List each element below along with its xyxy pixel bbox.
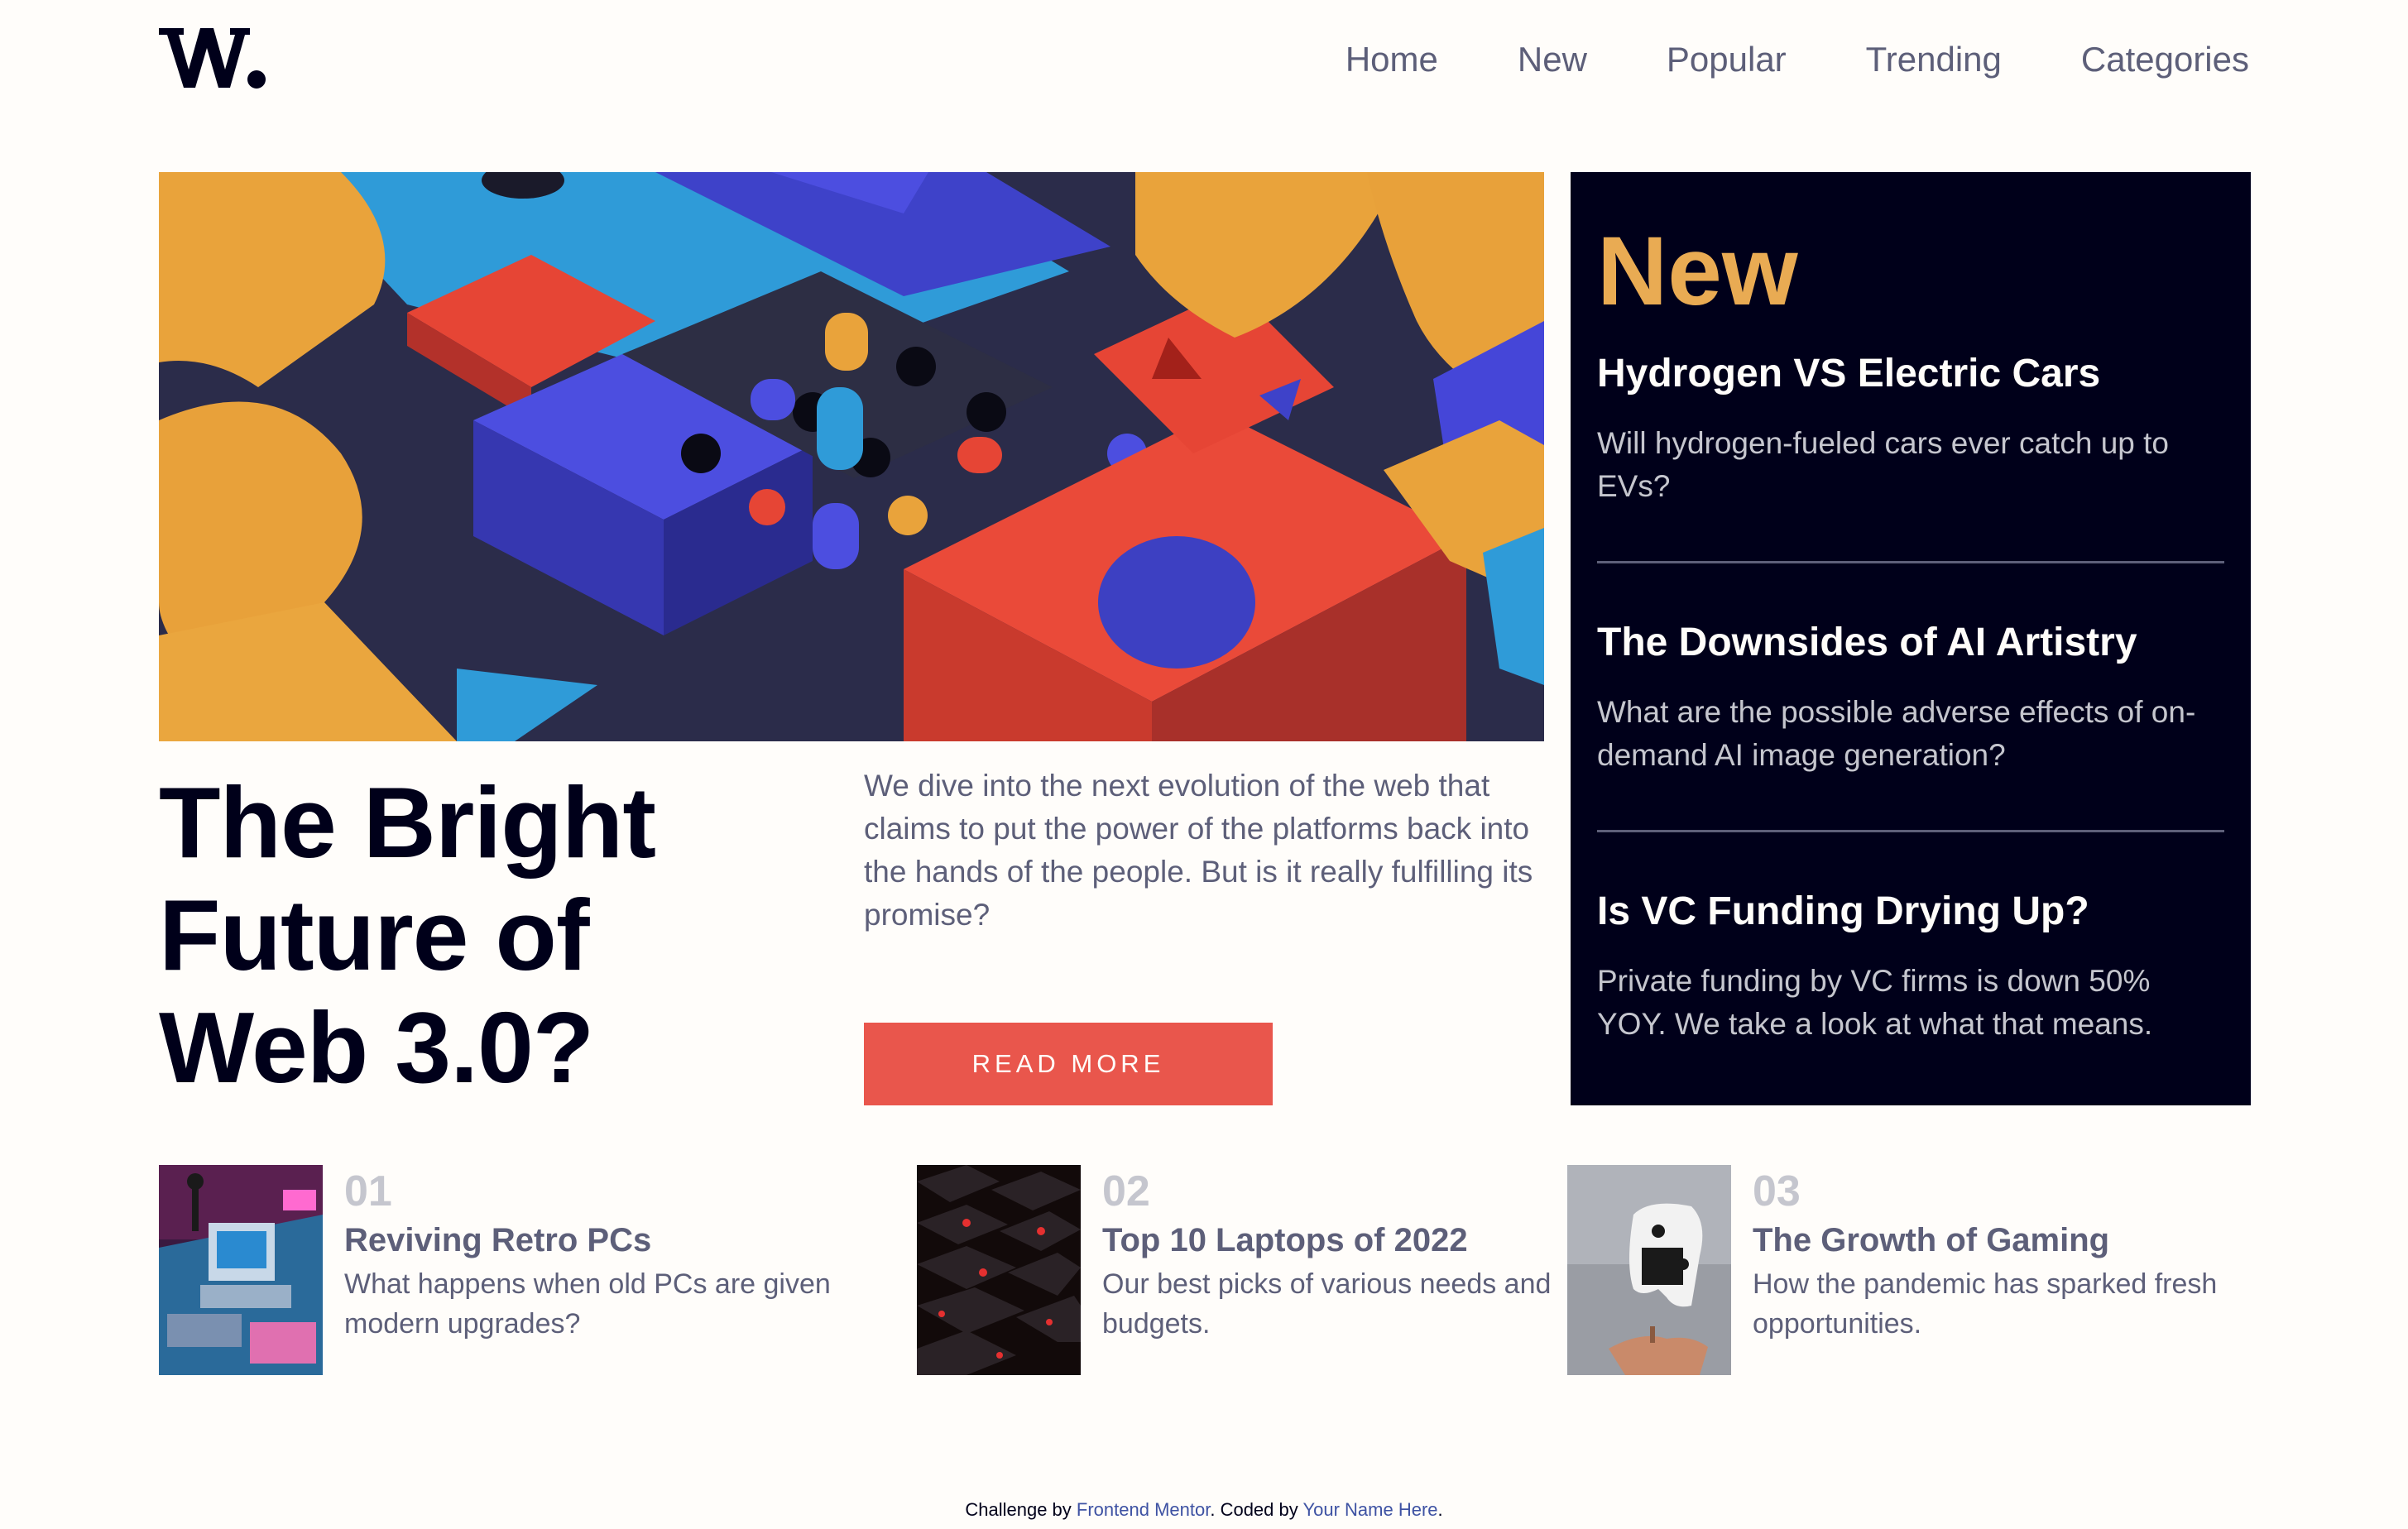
hero-image <box>159 172 1544 741</box>
new-item-title[interactable]: The Downsides of AI Artistry <box>1597 618 2224 668</box>
new-item-text: Private funding by VC firms is down 50% … <box>1597 964 2153 1041</box>
read-more-button[interactable]: READ MORE <box>864 1023 1273 1105</box>
thumbnail[interactable] <box>159 1165 323 1375</box>
frontend-mentor-link[interactable]: Frontend Mentor <box>1077 1499 1210 1520</box>
nav-home[interactable]: Home <box>1346 36 1438 83</box>
nav-trending[interactable]: Trending <box>1866 36 2002 83</box>
attribution-middle: . Coded by <box>1210 1499 1303 1520</box>
new-item[interactable]: The Downsides of AI Artistry What are th… <box>1597 618 2224 777</box>
new-item[interactable]: Hydrogen VS Electric Cars Will hydrogen-… <box>1597 349 2224 508</box>
new-item[interactable]: Is VC Funding Drying Up? Private funding… <box>1597 887 2224 1046</box>
new-articles-panel: New Hydrogen VS Electric Cars Will hydro… <box>1571 172 2251 1105</box>
abstract-3d-blocks-image <box>159 172 1544 741</box>
item-number: 02 <box>1102 1167 1150 1215</box>
item-title[interactable]: The Growth of Gaming <box>1753 1220 2109 1261</box>
list-item[interactable]: 03 The Growth of Gaming How the pandemic… <box>1567 1165 2246 1375</box>
thumbnail[interactable] <box>917 1165 1081 1375</box>
logo[interactable] <box>159 25 266 91</box>
divider <box>1597 830 2224 832</box>
item-description: What happens when old PCs are given mode… <box>344 1268 831 1340</box>
gamepad-image <box>1567 1165 1731 1375</box>
new-heading: New <box>1597 217 1798 326</box>
new-item-text: Will hydrogen-fueled cars ever catch up … <box>1597 426 2170 503</box>
item-description: Our best picks of various needs and budg… <box>1102 1268 1552 1340</box>
main-nav: Home New Popular Trending Categories <box>1346 36 2249 83</box>
hero-title: The Bright Future of Web 3.0? <box>159 766 656 1104</box>
new-item-title[interactable]: Is VC Funding Drying Up? <box>1597 887 2224 937</box>
attribution: Challenge by Frontend Mentor. Coded by Y… <box>0 1499 2408 1521</box>
logo-icon <box>159 28 266 89</box>
divider <box>1597 561 2224 563</box>
item-title[interactable]: Reviving Retro PCs <box>344 1220 651 1261</box>
keyboard-image <box>917 1165 1081 1375</box>
item-description: How the pandemic has sparked fresh oppor… <box>1753 1268 2218 1340</box>
new-item-title[interactable]: Hydrogen VS Electric Cars <box>1597 349 2224 399</box>
new-item-text: What are the possible adverse effects of… <box>1597 695 2196 772</box>
list-item[interactable]: 02 Top 10 Laptops of 2022 Our best picks… <box>917 1165 1595 1375</box>
hero-description: We dive into the next evolution of the w… <box>864 769 1533 932</box>
item-number: 01 <box>344 1167 392 1215</box>
attribution-prefix: Challenge by <box>965 1499 1077 1520</box>
item-number: 03 <box>1753 1167 1801 1215</box>
nav-new[interactable]: New <box>1518 36 1587 83</box>
list-item[interactable]: 01 Reviving Retro PCs What happens when … <box>159 1165 837 1375</box>
nav-popular[interactable]: Popular <box>1667 36 1787 83</box>
item-title[interactable]: Top 10 Laptops of 2022 <box>1102 1220 1468 1261</box>
retro-pc-image <box>159 1165 323 1375</box>
nav-categories[interactable]: Categories <box>2081 36 2249 83</box>
attribution-suffix: . <box>1437 1499 1443 1520</box>
author-link[interactable]: Your Name Here <box>1302 1499 1437 1520</box>
thumbnail[interactable] <box>1567 1165 1731 1375</box>
